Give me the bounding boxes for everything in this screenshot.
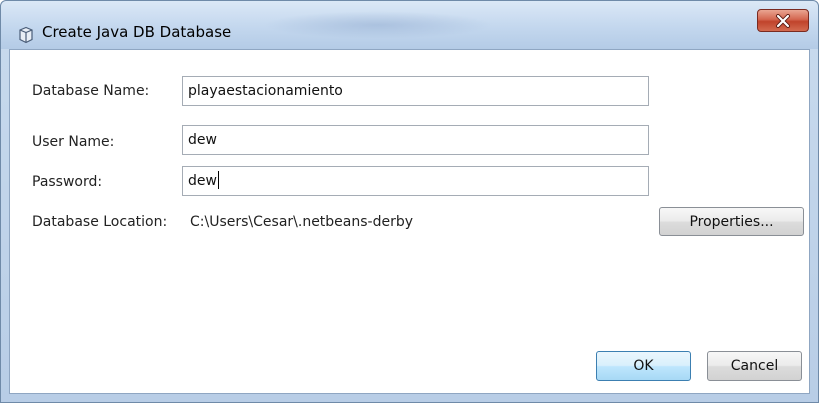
- database-name-value: playaestacionamiento: [188, 83, 343, 99]
- password-value: dew: [188, 173, 217, 189]
- password-label: Password:: [32, 174, 103, 190]
- user-name-label: User Name:: [32, 134, 115, 150]
- user-name-value: dew: [188, 132, 217, 148]
- cancel-button[interactable]: Cancel: [707, 351, 802, 381]
- password-field[interactable]: dew: [182, 166, 649, 196]
- cancel-button-label: Cancel: [730, 358, 779, 374]
- close-button[interactable]: [757, 9, 809, 32]
- text-caret: [217, 171, 219, 189]
- ok-button-label: OK: [633, 358, 654, 374]
- properties-button[interactable]: Properties...: [659, 207, 804, 236]
- database-name-field[interactable]: playaestacionamiento: [182, 76, 649, 106]
- database-location-label: Database Location:: [32, 214, 168, 230]
- dialog-content: Database Name: playaestacionamiento User…: [9, 49, 810, 394]
- title-bar-glass: [263, 11, 493, 39]
- java-db-icon: [17, 26, 35, 44]
- dialog-window: Create Java DB Database Database Name: p…: [0, 0, 819, 403]
- close-icon: [775, 13, 791, 28]
- title-bar[interactable]: Create Java DB Database: [1, 1, 818, 49]
- window-title: Create Java DB Database: [42, 23, 232, 41]
- database-name-label: Database Name:: [32, 83, 150, 99]
- user-name-field[interactable]: dew: [182, 125, 649, 155]
- database-location-value: C:\Users\Cesar\.netbeans-derby: [190, 214, 414, 230]
- ok-button[interactable]: OK: [596, 351, 691, 381]
- properties-button-label: Properties...: [689, 213, 774, 230]
